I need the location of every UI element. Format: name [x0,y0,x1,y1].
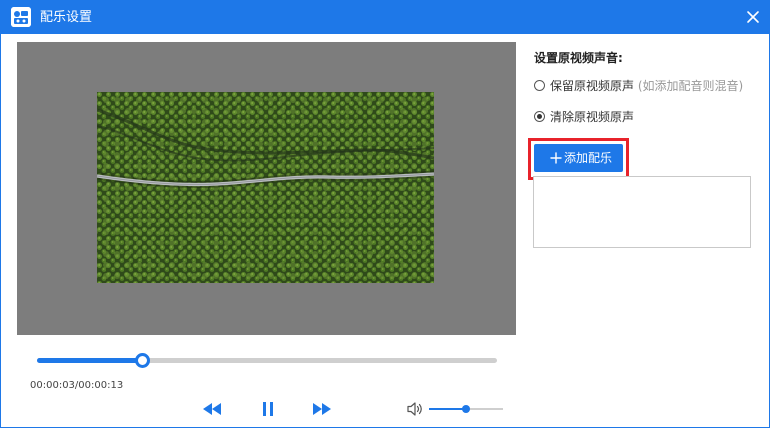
window-title: 配乐设置 [40,10,93,25]
audio-settings-heading: 设置原视频声音: [534,51,623,65]
progress-fill [37,358,143,363]
volume-slider[interactable] [429,405,503,413]
app-logo-icon [11,7,31,27]
close-icon[interactable] [742,6,764,28]
volume-handle[interactable] [462,405,470,413]
music-list-box[interactable] [533,176,751,248]
keep-original-radio[interactable] [534,80,545,91]
pause-icon[interactable] [260,401,276,417]
keep-original-label: 保留原视频原声 (如添加配音则混音) [550,79,744,93]
keep-original-hint: (如添加配音则混音) [637,79,744,93]
remove-original-label: 清除原视频原声 [550,110,635,124]
progress-slider[interactable] [37,353,497,368]
rewind-icon[interactable] [202,401,222,417]
add-music-label: 添加配乐 [564,151,613,165]
radio-selected-dot [537,114,542,119]
volume-fill [429,408,466,410]
title-bar: 配乐设置 [1,1,769,34]
volume-icon[interactable] [406,401,424,417]
time-display: 00:00:03/00:00:13 [30,380,124,391]
add-music-button[interactable]: 添加配乐 [534,144,623,172]
progress-handle[interactable] [135,353,151,368]
fast-forward-icon[interactable] [312,401,332,417]
plus-icon [550,152,562,164]
remove-original-radio[interactable] [534,111,545,122]
music-settings-dialog: 配乐设置 00:00:03/00:00:13 设置原视频声音: 保留原视频原声 … [0,0,770,428]
video-frame-image [97,92,434,283]
video-preview [17,42,516,335]
